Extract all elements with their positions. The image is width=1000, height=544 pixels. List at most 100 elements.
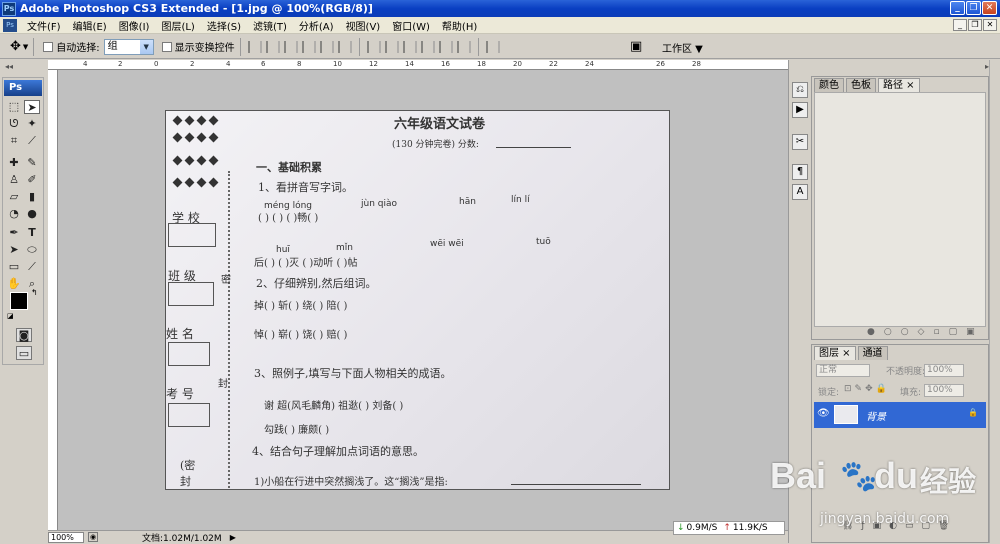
status-menu-icon[interactable]: ◉ — [88, 532, 98, 542]
distribute-bottom-icon[interactable] — [402, 40, 417, 53]
layer-thumbnail — [834, 405, 858, 424]
foreground-color-swatch[interactable] — [10, 292, 28, 310]
auto-align-icon[interactable] — [485, 40, 500, 53]
menu-analysis[interactable]: 分析(A) — [293, 18, 340, 33]
menu-edit[interactable]: 编辑(E) — [67, 18, 113, 33]
divider — [239, 37, 241, 56]
layer-row[interactable]: 👁 背景 🔒 — [814, 402, 986, 428]
paths-list[interactable] — [814, 92, 986, 327]
distribute-right-icon[interactable] — [456, 40, 471, 53]
eyedropper-icon[interactable]: ⟋ — [24, 260, 40, 274]
hand-tool-icon[interactable]: ✋ — [6, 277, 22, 291]
menu-help[interactable]: 帮助(H) — [436, 18, 483, 33]
clone-stamp-icon[interactable]: ♙ — [6, 173, 22, 187]
align-right-icon[interactable] — [337, 40, 352, 53]
doc-close-icon[interactable]: ✕ — [983, 19, 997, 31]
workspace-button[interactable]: 工作区 ▼ — [662, 40, 703, 55]
magic-wand-icon[interactable]: ✦ — [24, 117, 40, 131]
tab-layers[interactable]: 图层 × — [814, 346, 856, 360]
class-box — [168, 282, 214, 306]
actions-panel-icon[interactable]: ▶ — [792, 102, 808, 118]
gradient-tool-icon[interactable]: ▮ — [24, 190, 40, 204]
ruler-tick: 24 — [585, 60, 594, 68]
shape-tool-icon[interactable]: ⬭ — [24, 243, 40, 257]
dodge-tool-icon[interactable]: ● — [24, 207, 40, 221]
tab-color[interactable]: 颜色 — [814, 78, 844, 92]
decoration-diamond — [184, 132, 195, 143]
align-bottom-icon[interactable] — [283, 40, 298, 53]
path-select-icon[interactable]: ➤ — [6, 243, 22, 257]
align-hcenter-icon[interactable] — [319, 40, 334, 53]
blend-mode-select[interactable]: 正常 — [816, 364, 870, 377]
menu-select[interactable]: 选择(S) — [201, 18, 247, 33]
minimize-icon[interactable]: _ — [950, 1, 965, 15]
paragraph-panel-icon[interactable]: ¶ — [792, 164, 808, 180]
fill-input[interactable]: 100% — [924, 384, 964, 397]
blur-tool-icon[interactable]: ◔ — [6, 207, 22, 221]
marquee-tool-icon[interactable]: ⬚ — [6, 100, 22, 114]
tab-swatches[interactable]: 色板 — [846, 78, 876, 92]
zoom-field[interactable]: 100% — [48, 531, 84, 543]
opacity-input[interactable]: 100% — [924, 364, 964, 377]
collapse-toolbox-icon[interactable]: ◂◂ — [5, 62, 13, 71]
doc-restore-icon[interactable]: ❐ — [968, 19, 982, 31]
menu-layer[interactable]: 图层(L) — [155, 18, 200, 33]
menu-file[interactable]: 文件(F) — [21, 18, 67, 33]
lock-icons[interactable]: ⊡✎✥🔒 — [844, 384, 890, 394]
lasso-tool-icon[interactable]: ᘎ — [6, 117, 22, 131]
align-left-icon[interactable] — [301, 40, 316, 53]
doc-minimize-icon[interactable]: _ — [953, 19, 967, 31]
pen-tool-icon[interactable]: ✒ — [6, 226, 22, 240]
align-vcenter-icon[interactable] — [265, 40, 280, 53]
slice-tool-icon[interactable]: ⟋ — [24, 134, 40, 148]
auto-select-dropdown[interactable]: 组 ▼ — [103, 38, 154, 55]
distribute-vcenter-icon[interactable] — [384, 40, 399, 53]
seal-mark: 封 — [218, 379, 228, 390]
dock-scroll-strip[interactable] — [989, 60, 1000, 543]
history-brush-icon[interactable]: ✐ — [24, 173, 40, 187]
brush-tool-icon[interactable]: ✎ — [24, 156, 40, 170]
menu-view[interactable]: 视图(V) — [340, 18, 387, 33]
swap-colors-icon[interactable]: ↰ — [31, 288, 38, 297]
close-icon[interactable]: ✕ — [982, 1, 997, 15]
default-colors-icon[interactable]: ◪ — [7, 312, 14, 320]
move-tool-icon[interactable]: ➤ — [24, 100, 40, 114]
app-menu-icon[interactable]: Ps — [3, 18, 17, 32]
opacity-label: 不透明度: — [886, 367, 926, 377]
decoration-diamond — [196, 132, 207, 143]
move-tool-icon[interactable]: ✥ — [10, 39, 21, 54]
tab-paths[interactable]: 路径 × — [878, 78, 920, 92]
auto-select-checkbox[interactable] — [43, 41, 54, 52]
exam-title: 六年级语文试卷 — [394, 117, 486, 132]
score-line — [496, 147, 571, 148]
healing-brush-icon[interactable]: ✚ — [6, 156, 22, 170]
align-top-icon[interactable] — [247, 40, 262, 53]
document-image[interactable]: 学 校 班 级 姓 名 考 号 (密 封 密 封 六年级语文试卷 (130 分钟… — [165, 110, 670, 490]
paths-footer-icons[interactable]: ●○○◇▫▢▣ — [867, 327, 984, 337]
screen-mode-icon[interactable]: ▭ — [16, 346, 32, 360]
character-panel-icon[interactable]: A — [792, 184, 808, 200]
distribute-hcenter-icon[interactable] — [438, 40, 453, 53]
layers-footer-icons[interactable]: ⛓ƒ▣◐▭▢🗑 — [842, 521, 957, 531]
quick-mask-icon[interactable]: ◙ — [16, 328, 32, 342]
menu-image[interactable]: 图像(I) — [113, 18, 156, 33]
crop-tool-icon[interactable]: ⌗ — [6, 134, 22, 148]
status-arrow-icon[interactable]: ▶ — [230, 533, 236, 542]
tab-channels[interactable]: 通道 — [857, 346, 888, 360]
type-tool-icon[interactable]: T — [24, 226, 40, 240]
tool-preset-dropdown-icon[interactable]: ▼ — [23, 43, 28, 51]
notes-tool-icon[interactable]: ▭ — [6, 260, 22, 274]
restore-icon[interactable]: ❐ — [966, 1, 981, 15]
history-panel-icon[interactable]: ⎌ — [792, 82, 808, 98]
show-transform-checkbox[interactable] — [161, 41, 172, 52]
tool-presets-icon[interactable]: ✂ — [792, 134, 808, 150]
bridge-icon[interactable]: ▣ — [630, 39, 642, 54]
visibility-eye-icon[interactable]: 👁 — [817, 408, 830, 419]
menu-filter[interactable]: 滤镜(T) — [247, 18, 293, 33]
eraser-tool-icon[interactable]: ▱ — [6, 190, 22, 204]
toolbox-logo: Ps — [4, 80, 42, 96]
distribute-top-icon[interactable] — [366, 40, 381, 53]
tab-paths-label: 路径 — [883, 80, 903, 91]
distribute-left-icon[interactable] — [420, 40, 435, 53]
menu-window[interactable]: 窗口(W) — [386, 18, 436, 33]
